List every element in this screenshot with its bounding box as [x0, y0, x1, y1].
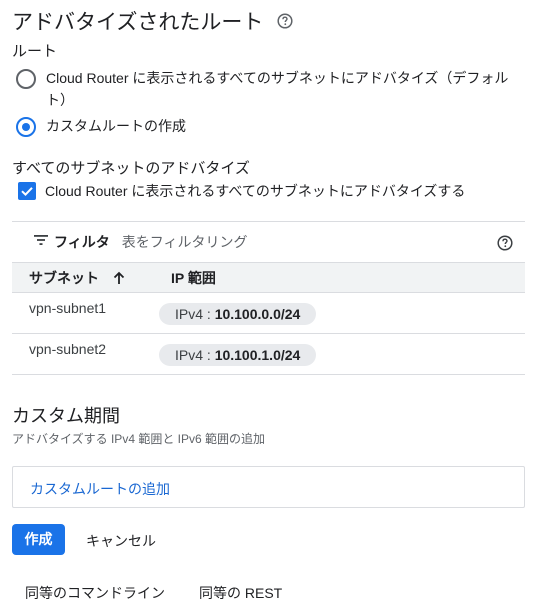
- arrow-up-icon: [113, 271, 125, 288]
- table-row: vpn-subnet2 IPv4 : 10.100.1.0/24: [12, 334, 525, 375]
- page-title-text: アドバタイズされたルート: [12, 11, 264, 34]
- ip-range-chip: IPv4 : 10.100.1.0/24: [159, 344, 317, 366]
- subnet-advertise-label: すべてのサブネットのアドバタイズ: [12, 160, 250, 177]
- checkbox-advertise-subnets[interactable]: Cloud Router に表示されるすべてのサブネットにアドバタイズする: [18, 180, 465, 202]
- table-header: サブネット IP 範囲: [12, 262, 525, 293]
- add-custom-route-panel: カスタムルートの追加: [12, 466, 525, 508]
- subnet-name: vpn-subnet1: [29, 300, 107, 316]
- cancel-button[interactable]: キャンセル: [86, 531, 156, 551]
- radio-option-custom-route[interactable]: カスタムルートの作成: [16, 115, 186, 137]
- custom-range-title: カスタム期間: [12, 406, 120, 426]
- radio-button-selected[interactable]: [16, 117, 36, 137]
- filter-bar[interactable]: フィルタ 表をフィルタリング: [12, 221, 525, 262]
- column-header-ip-range[interactable]: IP 範囲: [171, 268, 216, 288]
- ip-range-chip: IPv4 : 10.100.0.0/24: [159, 303, 317, 325]
- check-icon: [21, 187, 33, 197]
- custom-range-subtitle: アドバタイズする IPv4 範囲と IPv6 範囲の追加: [12, 432, 266, 446]
- create-button[interactable]: 作成: [12, 524, 65, 555]
- filter-input[interactable]: 表をフィルタリング: [122, 232, 248, 252]
- radio-label: Cloud Router に表示されるすべてのサブネットにアドバタイズ（デフォル…: [46, 70, 509, 108]
- filter-label: フィルタ: [54, 234, 110, 250]
- radio-button[interactable]: [16, 69, 36, 89]
- subnet-name: vpn-subnet2: [29, 341, 107, 357]
- checkbox-checked[interactable]: [18, 182, 36, 200]
- subnet-table: フィルタ 表をフィルタリング サブネット IP 範囲 vpn-subnet1 I…: [12, 221, 525, 375]
- checkbox-label: Cloud Router に表示されるすべてのサブネットにアドバタイズする: [45, 183, 466, 199]
- add-custom-route-link[interactable]: カスタムルートの追加: [30, 479, 170, 499]
- column-header-subnet[interactable]: サブネット: [29, 268, 125, 288]
- column-help-icon[interactable]: [497, 235, 513, 256]
- equivalent-rest-link[interactable]: 同等の REST: [199, 583, 282, 603]
- help-circle-icon[interactable]: [277, 11, 293, 35]
- page-title: アドバタイズされたルート: [12, 6, 293, 36]
- radio-option-advertise-all[interactable]: Cloud Router に表示されるすべてのサブネットにアドバタイズ（デフォル…: [16, 67, 516, 111]
- table-row: vpn-subnet1 IPv4 : 10.100.0.0/24: [12, 293, 525, 334]
- radio-label: カスタムルートの作成: [46, 118, 186, 134]
- filter-icon: [34, 233, 48, 251]
- equivalent-command-line-link[interactable]: 同等のコマンドライン: [25, 583, 165, 603]
- route-label: ルート: [12, 43, 58, 60]
